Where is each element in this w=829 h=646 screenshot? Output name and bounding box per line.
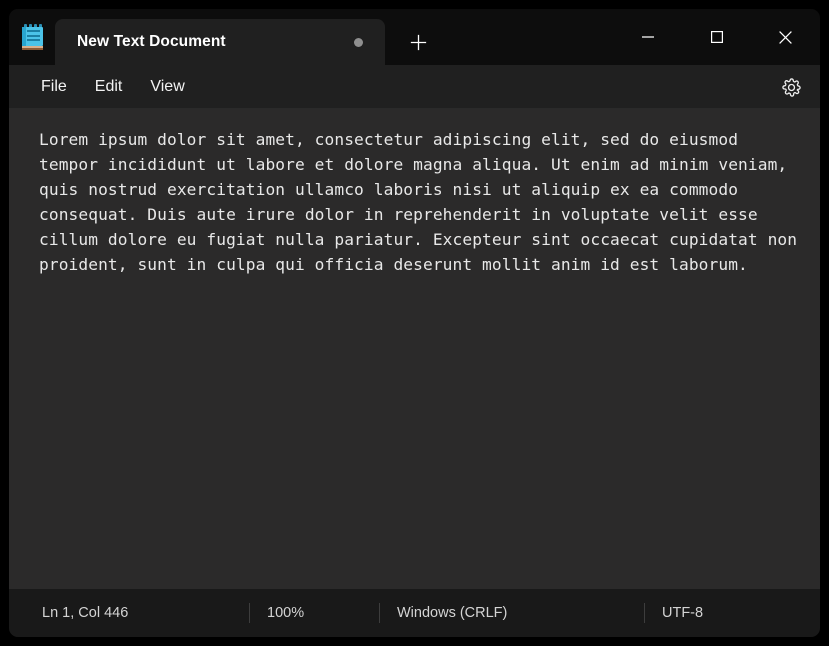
notepad-window: New Text Document File Edit View Lorem i…	[9, 9, 820, 637]
close-button[interactable]	[751, 9, 820, 65]
menu-item-edit[interactable]: Edit	[81, 72, 137, 102]
notepad-base	[21, 46, 43, 50]
tab-new-text-document[interactable]: New Text Document	[55, 19, 385, 65]
notepad-rule	[26, 39, 40, 41]
maximize-button[interactable]	[682, 9, 751, 65]
text-editor[interactable]: Lorem ipsum dolor sit amet, consectetur …	[9, 109, 820, 589]
add-tab-button[interactable]	[395, 19, 441, 65]
status-cursor-position[interactable]: Ln 1, Col 446	[9, 589, 249, 637]
menu-bar: File Edit View	[9, 65, 820, 109]
menu-item-file[interactable]: File	[27, 72, 81, 102]
notepad-rule	[26, 30, 40, 32]
status-encoding[interactable]: UTF-8	[644, 589, 721, 637]
notepad-glyph	[21, 24, 43, 50]
notepad-rule	[26, 34, 40, 37]
status-bar: Ln 1, Col 446 100% Windows (CRLF) UTF-8	[9, 589, 820, 637]
title-bar: New Text Document	[9, 9, 820, 65]
status-line-ending[interactable]: Windows (CRLF)	[379, 589, 644, 637]
notepad-icon	[9, 9, 55, 65]
window-controls	[613, 9, 820, 65]
unsaved-dot-icon	[354, 37, 363, 47]
tab-label: New Text Document	[77, 33, 226, 50]
menu-item-view[interactable]: View	[136, 72, 198, 102]
gear-icon[interactable]	[774, 71, 808, 103]
notepad-pages	[21, 27, 43, 46]
document-text[interactable]: Lorem ipsum dolor sit amet, consectetur …	[39, 127, 806, 277]
minimize-button[interactable]	[613, 9, 682, 65]
status-zoom-level[interactable]: 100%	[249, 589, 379, 637]
